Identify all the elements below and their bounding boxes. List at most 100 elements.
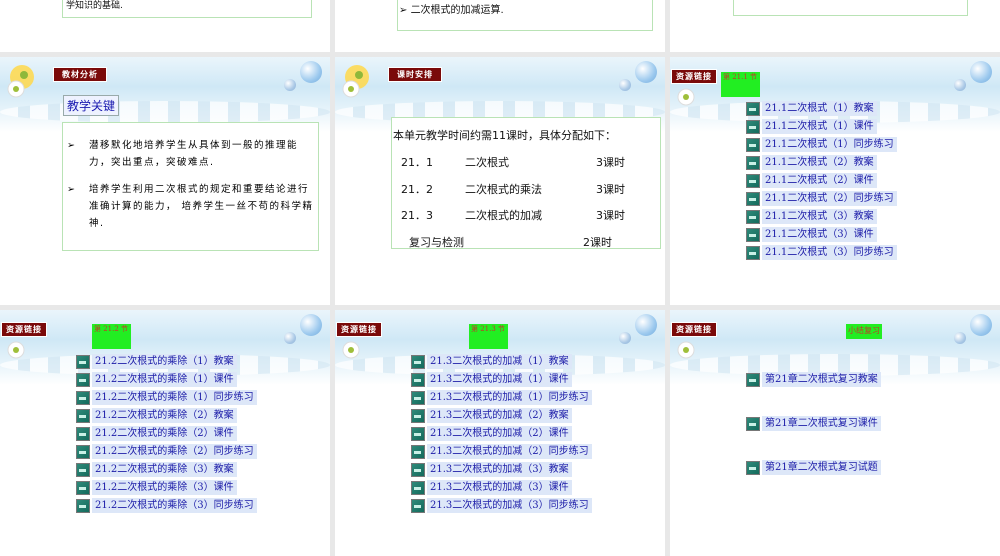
resource-link[interactable]: 21.3二次根式的加减（2）教案	[411, 408, 572, 423]
bubble-decoration	[300, 61, 322, 83]
schedule-hours: 3课时	[596, 156, 625, 169]
resource-link[interactable]: 21.2二次根式的乘除（1）课件	[76, 372, 237, 387]
link-label[interactable]: 21.3二次根式的加减（3）教案	[427, 462, 572, 477]
exit-door-icon	[411, 480, 425, 495]
resource-link[interactable]: 21.1二次根式（1）同步练习	[746, 137, 897, 152]
resource-link[interactable]: 21.1二次根式（2）教案	[746, 155, 877, 170]
exit-door-icon	[76, 354, 90, 369]
link-label[interactable]: 21.2二次根式的乘除（3）课件	[92, 480, 237, 495]
resource-link[interactable]: 第21章二次根式复习试题	[746, 460, 881, 475]
resource-link[interactable]: 21.3二次根式的加减（2）同步练习	[411, 444, 592, 459]
link-label[interactable]: 21.2二次根式的乘除（2）同步练习	[92, 444, 257, 459]
link-label[interactable]: 21.3二次根式的加减（1）同步练习	[427, 390, 592, 405]
resource-link[interactable]: 21.1二次根式（1）课件	[746, 119, 877, 134]
bubble-decoration	[619, 79, 631, 91]
section-label: 第 21.3 节	[469, 324, 508, 349]
resource-link[interactable]: 21.3二次根式的加减（3）教案	[411, 462, 572, 477]
slide-section-tab: 资源链接	[671, 322, 717, 337]
resource-link[interactable]: 21.2二次根式的乘除（3）课件	[76, 480, 237, 495]
link-label[interactable]: 21.1二次根式（3）教案	[762, 209, 877, 224]
link-label[interactable]: 第21章二次根式复习教案	[762, 372, 881, 387]
link-label[interactable]: 21.2二次根式的乘除（3）同步练习	[92, 498, 257, 513]
exit-door-icon	[746, 137, 760, 152]
link-label[interactable]: 21.3二次根式的加减（2）教案	[427, 408, 572, 423]
slide-section-tab: 课时安排	[388, 67, 442, 82]
resource-link[interactable]: 21.2二次根式的乘除（2）同步练习	[76, 444, 257, 459]
resource-link[interactable]: 21.1二次根式（2）同步练习	[746, 191, 897, 206]
resource-link[interactable]: 21.3二次根式的加减（3）课件	[411, 480, 572, 495]
slide-thumbnail[interactable]: ➢ 二次根式的加减运算.	[335, 0, 665, 52]
slide-thumbnail[interactable]: 教材分析 教学关键 ➢ 潜移默化地培养学生从具体到一般的推理能力，突出重点，突破难…	[0, 57, 330, 305]
slide-text: 学知识的基础.	[66, 1, 123, 11]
exit-door-icon	[746, 372, 760, 387]
slide-thumbnail[interactable]	[670, 0, 1000, 52]
header-background	[0, 57, 330, 132]
resource-link[interactable]: 21.3二次根式的加减（3）同步练习	[411, 498, 592, 513]
resource-link[interactable]: 21.2二次根式的乘除（1）同步练习	[76, 390, 257, 405]
exit-door-icon	[746, 191, 760, 206]
daisy-icon	[342, 65, 369, 98]
resource-link[interactable]: 21.2二次根式的乘除（1）教案	[76, 354, 237, 369]
resource-link[interactable]: 21.3二次根式的加减（1）教案	[411, 354, 572, 369]
schedule-topic: 复习与检测	[409, 235, 464, 249]
daisy-icon	[7, 65, 34, 98]
resource-link[interactable]: 21.1二次根式（3）课件	[746, 227, 877, 242]
link-label[interactable]: 21.3二次根式的加减（1）教案	[427, 354, 572, 369]
link-label[interactable]: 21.2二次根式的乘除（1）教案	[92, 354, 237, 369]
resource-link[interactable]: 第21章二次根式复习教案	[746, 372, 881, 387]
link-label[interactable]: 21.3二次根式的加减（3）同步练习	[427, 498, 592, 513]
resource-link[interactable]: 21.2二次根式的乘除（2）课件	[76, 426, 237, 441]
slide-thumbnail[interactable]: 资源链接 第 21.2 节 21.2二次根式的乘除（1）教案 21.2二次根式的乘…	[0, 310, 330, 556]
link-label[interactable]: 21.2二次根式的乘除（1）同步练习	[92, 390, 257, 405]
resource-link[interactable]: 第21章二次根式复习课件	[746, 416, 881, 431]
schedule-number: 21．1	[401, 156, 433, 169]
link-label[interactable]: 21.1二次根式（1）教案	[762, 101, 877, 116]
resource-link[interactable]: 21.1二次根式（3）教案	[746, 209, 877, 224]
bubble-decoration	[635, 61, 657, 83]
slide-thumbnail[interactable]: 学知识的基础.	[0, 0, 330, 52]
resource-link[interactable]: 21.1二次根式（2）课件	[746, 173, 877, 188]
slide-thumbnail[interactable]: 课时安排 本单元教学时间约需11课时，具体分配如下： 21．1 二次根式 3课时 21…	[335, 57, 665, 305]
link-label[interactable]: 21.2二次根式的乘除（2）课件	[92, 426, 237, 441]
resource-link[interactable]: 21.2二次根式的乘除（3）同步练习	[76, 498, 257, 513]
link-label[interactable]: 21.1二次根式（2）教案	[762, 155, 877, 170]
link-label[interactable]: 21.1二次根式（3）同步练习	[762, 245, 897, 260]
resource-link[interactable]: 21.1二次根式（3）同步练习	[746, 245, 897, 260]
exit-door-icon	[76, 480, 90, 495]
slide-thumbnail[interactable]: 资源链接 第 21.3 节 21.3二次根式的加减（1）教案 21.3二次根式的加…	[335, 310, 665, 556]
link-label[interactable]: 21.1二次根式（1）课件	[762, 119, 877, 134]
slide-thumbnail[interactable]: 资源链接 第 21.1 节 21.1二次根式（1）教案 21.1二次根式（1）课件…	[670, 57, 1000, 305]
exit-door-icon	[411, 372, 425, 387]
exit-door-icon	[746, 460, 760, 475]
schedule-number: 21．3	[401, 209, 433, 222]
exit-door-icon	[76, 390, 90, 405]
link-label[interactable]: 21.2二次根式的乘除（1）课件	[92, 372, 237, 387]
link-label[interactable]: 第21章二次根式复习课件	[762, 416, 881, 431]
link-label[interactable]: 21.3二次根式的加减（2）同步练习	[427, 444, 592, 459]
link-label[interactable]: 21.3二次根式的加减（1）课件	[427, 372, 572, 387]
link-label[interactable]: 21.1二次根式（1）同步练习	[762, 137, 897, 152]
content-box: ➢ 潜移默化地培养学生从具体到一般的推理能力，突出重点，突破难点. ➢ 培养学生利用…	[62, 122, 319, 251]
link-label[interactable]: 21.3二次根式的加减（2）课件	[427, 426, 572, 441]
resource-link[interactable]: 21.1二次根式（1）教案	[746, 101, 877, 116]
section-label: 第 21.2 节	[92, 324, 131, 349]
resource-link[interactable]: 21.2二次根式的乘除（2）教案	[76, 408, 237, 423]
bubble-decoration	[284, 79, 296, 91]
exit-door-icon	[746, 173, 760, 188]
link-label[interactable]: 第21章二次根式复习试题	[762, 460, 881, 475]
resource-link[interactable]: 21.3二次根式的加减（1）同步练习	[411, 390, 592, 405]
resource-link[interactable]: 21.3二次根式的加减（1）课件	[411, 372, 572, 387]
slide-thumbnail[interactable]: 资源链接 小结复习 第21章二次根式复习教案 第21章二次根式复习课件 第21章二次…	[670, 310, 1000, 556]
link-label[interactable]: 21.1二次根式（3）课件	[762, 227, 877, 242]
link-label[interactable]: 21.2二次根式的乘除（2）教案	[92, 408, 237, 423]
link-label[interactable]: 21.2二次根式的乘除（3）教案	[92, 462, 237, 477]
link-label[interactable]: 21.3二次根式的加减（3）课件	[427, 480, 572, 495]
resource-link[interactable]: 21.3二次根式的加减（2）课件	[411, 426, 572, 441]
resource-link[interactable]: 21.2二次根式的乘除（3）教案	[76, 462, 237, 477]
link-label[interactable]: 21.1二次根式（2）同步练习	[762, 191, 897, 206]
link-label[interactable]: 21.1二次根式（2）课件	[762, 173, 877, 188]
slide-section-tab: 教材分析	[53, 67, 107, 82]
exit-door-icon	[76, 462, 90, 477]
exit-door-icon	[746, 227, 760, 242]
slide-text: ➢ 二次根式的加减运算.	[399, 5, 504, 16]
